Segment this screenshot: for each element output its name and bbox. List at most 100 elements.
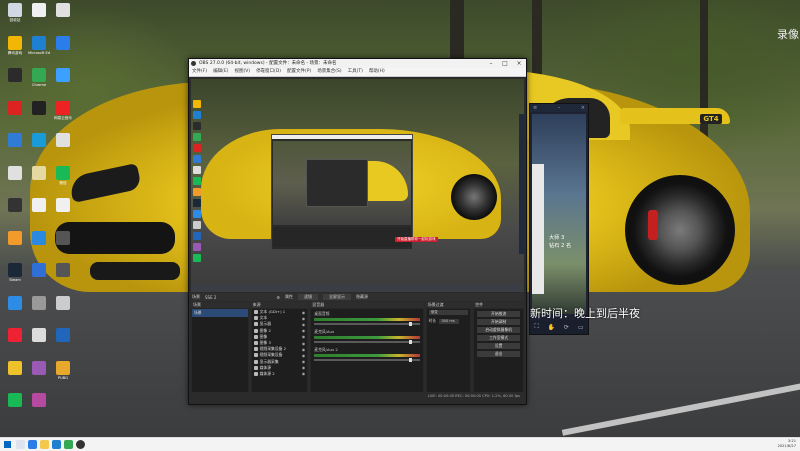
desktop-icon[interactable] [28, 263, 50, 278]
eye-icon[interactable]: ◉ [302, 328, 306, 333]
desktop-icon[interactable]: 回收站 [4, 3, 26, 22]
desktop-icon[interactable] [52, 133, 74, 148]
desktop-icon[interactable] [4, 328, 26, 343]
crop-icon[interactable]: ⛶ [534, 323, 538, 331]
desktop-icon[interactable]: 微信 [52, 165, 74, 185]
volume-slider[interactable] [314, 322, 420, 326]
minimize-icon[interactable]: – [558, 105, 561, 111]
phone-mirror-window[interactable]: ≡ – × 大师 3 钻石 2 名 ⛶ ✋ ⟳ ▭ [529, 103, 589, 335]
start-button-icon[interactable] [4, 441, 11, 448]
control-button[interactable]: 工作室模式 [477, 335, 520, 341]
desktop-icon[interactable] [4, 165, 26, 181]
obs-preview[interactable]: 开始直播带你一起玩游戏 [191, 79, 524, 292]
desktop-icon[interactable] [4, 100, 26, 116]
eye-icon[interactable]: ◉ [302, 316, 306, 321]
desktop-icon[interactable] [28, 165, 50, 181]
desktop-icon[interactable] [4, 393, 26, 408]
desktop-icon[interactable] [28, 360, 50, 376]
screen-icon[interactable]: ▭ [578, 324, 584, 331]
desktop-icon[interactable] [4, 295, 26, 311]
close-icon[interactable]: × [581, 105, 585, 111]
obs-titlebar[interactable]: OBS 27.0.0 (64-bit, windows) - 配置文件：未命名 … [189, 59, 526, 68]
desktop-icon[interactable] [52, 68, 74, 83]
eye-icon[interactable]: ◉ [302, 322, 306, 327]
maximize-icon[interactable]: □ [498, 59, 512, 68]
menu-item[interactable]: 编辑(E) [213, 68, 228, 76]
folder-icon[interactable] [40, 440, 49, 449]
desktop-icon[interactable] [52, 35, 74, 51]
desktop-icon[interactable] [52, 3, 74, 18]
chrome-icon[interactable] [64, 440, 73, 449]
source-type-icon [253, 365, 258, 370]
gear-icon[interactable]: ⚙ [276, 295, 280, 300]
eye-icon[interactable]: ◉ [302, 365, 306, 370]
source-item[interactable]: 媒体源 2 ◉ [252, 371, 308, 377]
desktop-icon[interactable] [28, 393, 50, 408]
control-button[interactable]: 开始推流 [477, 311, 520, 317]
close-icon[interactable]: × [512, 59, 526, 68]
desktop-icon[interactable] [4, 230, 26, 246]
taskview-icon[interactable] [28, 440, 37, 449]
control-button[interactable]: 设置 [477, 343, 520, 349]
duration-input[interactable]: 300 ms [439, 319, 460, 324]
system-clock[interactable]: 3:21 2021/8/27 [778, 439, 796, 449]
menu-item[interactable]: 文件(F) [192, 68, 207, 76]
edge-icon[interactable] [52, 440, 61, 449]
desktop-icon[interactable] [28, 3, 50, 18]
hand-icon[interactable]: ✋ [548, 324, 555, 331]
desktop-icon[interactable] [4, 360, 26, 376]
volume-slider[interactable] [314, 340, 420, 344]
desktop-icon[interactable]: Steam [4, 263, 26, 282]
transition-type-select[interactable]: 渐变 [428, 310, 469, 315]
control-button[interactable]: 启动虚拟摄像机 [477, 327, 520, 333]
desktop-icon[interactable] [28, 230, 50, 246]
scene-item[interactable]: 场景 [192, 309, 248, 317]
desktop-icon[interactable] [52, 198, 74, 213]
desktop-icon[interactable]: Microsoft Edge [28, 35, 50, 55]
desktop-icon[interactable] [4, 133, 26, 148]
desktop-icon[interactable] [28, 100, 50, 116]
desktop-icon[interactable] [52, 230, 74, 246]
desktop-icon[interactable] [28, 328, 50, 343]
search-icon[interactable] [16, 440, 25, 449]
menu-item[interactable]: 场景集合(S) [317, 68, 341, 76]
eye-icon[interactable]: ◉ [302, 359, 306, 364]
control-button[interactable]: 开始录制 [477, 319, 520, 325]
control-button[interactable]: 退出 [477, 351, 520, 357]
desktop-icon[interactable]: 腾讯游戏 [4, 35, 26, 55]
phone-screen[interactable]: 大师 3 钻石 2 名 [532, 114, 586, 314]
filters-button[interactable]: 滤镜 [298, 294, 319, 300]
desktop-icon[interactable] [28, 295, 50, 311]
desktop-icon[interactable]: Chrome [28, 68, 50, 87]
minimize-icon[interactable]: – [484, 59, 498, 68]
obs-window[interactable]: OBS 27.0.0 (64-bit, windows) - 配置文件：未命名 … [188, 58, 527, 405]
rotate-icon[interactable]: ⟳ [564, 324, 569, 331]
menu-item[interactable]: 停靠窗口(D) [256, 68, 281, 76]
wallpaper-car-wheel [625, 175, 735, 285]
desktop-icon[interactable] [52, 328, 74, 343]
fullscreen-button[interactable]: 全屏显示 [323, 294, 352, 300]
taskbar: 3:21 2021/8/27 [0, 437, 800, 451]
obs-taskbar-icon[interactable] [76, 440, 85, 449]
properties-button[interactable]: 属性 [285, 294, 293, 300]
volume-slider[interactable] [314, 358, 420, 362]
menu-item[interactable]: 工具(T) [348, 68, 363, 76]
eye-icon[interactable]: ◉ [302, 347, 306, 352]
desktop-icon[interactable]: 网易云音乐 [52, 100, 74, 120]
eye-icon[interactable]: ◉ [302, 353, 306, 358]
eye-icon[interactable]: ◉ [302, 310, 306, 315]
menu-icon[interactable]: ≡ [533, 105, 537, 111]
desktop-icon[interactable]: PUBG [52, 360, 74, 380]
eye-icon[interactable]: ◉ [302, 371, 306, 376]
desktop-icon[interactable] [28, 198, 50, 213]
menu-item[interactable]: 帮助(H) [369, 68, 385, 76]
desktop-icon[interactable] [4, 68, 26, 83]
desktop-icon[interactable] [52, 263, 74, 278]
eye-icon[interactable]: ◉ [302, 334, 306, 339]
desktop-icon[interactable] [28, 133, 50, 148]
menu-item[interactable]: 视图(V) [234, 68, 250, 76]
desktop-icon[interactable] [52, 295, 74, 311]
eye-icon[interactable]: ◉ [302, 341, 306, 346]
desktop-icon[interactable] [4, 198, 26, 213]
menu-item[interactable]: 配置文件(P) [287, 68, 311, 76]
